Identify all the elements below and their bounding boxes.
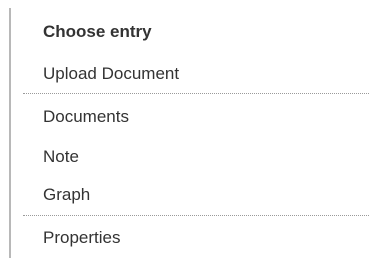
properties-item[interactable]: Properties	[43, 227, 120, 249]
graph-item[interactable]: Graph	[43, 184, 90, 206]
documents-item[interactable]: Documents	[43, 106, 129, 128]
menu-heading: Choose entry	[43, 22, 152, 41]
note-item[interactable]: Note	[43, 146, 79, 168]
menu-divider	[23, 93, 369, 94]
choose-entry-menu: Choose entry Upload Document Documents N…	[9, 8, 369, 258]
upload-document-item[interactable]: Upload Document	[43, 63, 179, 85]
menu-divider	[23, 215, 369, 216]
